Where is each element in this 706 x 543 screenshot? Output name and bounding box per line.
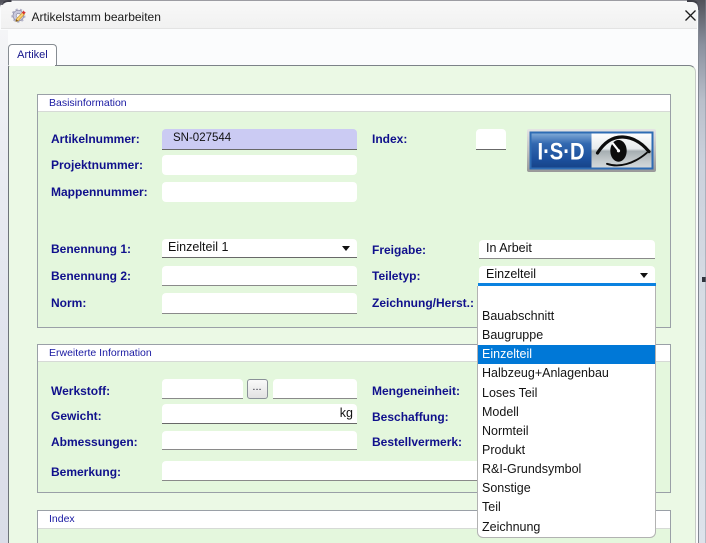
svg-text:I·S·D: I·S·D [537,138,584,165]
